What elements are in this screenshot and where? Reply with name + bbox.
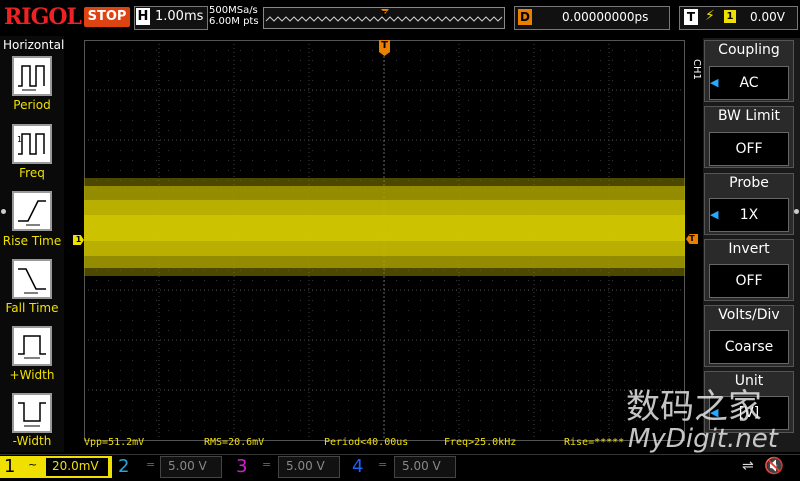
ch4-dc-coupling-icon: =: [378, 458, 388, 471]
ch3-scale: 5.00 V: [286, 459, 325, 473]
period-label: Period: [13, 98, 51, 112]
ch2-scale: 5.00 V: [168, 459, 207, 473]
coupling-value: AC: [709, 66, 789, 100]
trigger-level-marker[interactable]: T: [686, 234, 698, 244]
ch2-number[interactable]: 2: [118, 456, 129, 477]
fall-time-label: Fall Time: [5, 301, 59, 315]
ch4-number[interactable]: 4: [352, 456, 363, 477]
freq-icon: 1: [17, 133, 45, 155]
bw-limit-value: OFF: [709, 132, 789, 166]
minus-width-button[interactable]: [12, 393, 52, 433]
memory-waveform-overview: T: [265, 9, 503, 22]
timebase-value: 1.00ms: [155, 9, 204, 24]
measurement-vpp: Vpp=51.2mV: [84, 437, 145, 448]
plus-width-button[interactable]: [12, 326, 52, 366]
ch1-offset-marker[interactable]: 1: [73, 235, 84, 245]
svg-text:1: 1: [17, 135, 22, 144]
run-stop-status[interactable]: STOP: [84, 7, 130, 27]
ch1-ac-coupling-icon: ~: [28, 458, 38, 471]
measurement-rms: RMS=20.6mV: [204, 437, 265, 448]
period-button[interactable]: [12, 56, 52, 96]
freq-button[interactable]: 1: [12, 124, 52, 164]
menu-indicator-dot: [794, 209, 799, 214]
sample-rate: 500MSa/s: [209, 5, 258, 16]
rise-time-button[interactable]: [12, 191, 52, 231]
minus-width-icon: [18, 402, 46, 427]
rise-time-icon: [18, 200, 46, 226]
horizontal-letter: H: [136, 8, 150, 25]
rigol-logo: RIGOL: [4, 4, 82, 30]
delay-letter: D: [518, 9, 532, 25]
usb-icon: ⇌: [742, 458, 754, 474]
memory-depth: 6.00M pts: [209, 16, 259, 27]
invert-title: Invert: [728, 241, 770, 257]
watermark-chinese: 数码之家: [626, 387, 762, 427]
volts-div-title: Volts/Div: [718, 307, 780, 323]
speaker-muted-icon[interactable]: 🔇: [764, 456, 784, 475]
freq-label: Freq: [19, 166, 45, 180]
plus-width-label: +Width: [9, 368, 55, 382]
invert-value: OFF: [709, 264, 789, 298]
probe-title: Probe: [729, 175, 769, 191]
probe-value: 1X: [709, 198, 789, 232]
memory-overview-strip: T: [263, 7, 505, 29]
waveform-display-grid[interactable]: [84, 40, 685, 441]
ch1-menu-tab: CH1: [688, 54, 702, 84]
ch1-scale: 20.0mV: [52, 459, 99, 473]
ch3-dc-coupling-icon: =: [262, 458, 272, 471]
trigger-letter: T: [684, 9, 698, 25]
coupling-arrow-icon: ◀: [710, 76, 719, 89]
ch2-dc-coupling-icon: =: [146, 458, 156, 471]
rise-time-label: Rise Time: [2, 234, 62, 248]
menu-indicator-dot: [1, 209, 6, 214]
measurement-period: Period<40.00us: [324, 437, 409, 448]
plus-width-icon: [18, 335, 46, 359]
fall-time-icon: [18, 268, 46, 294]
trigger-level-value: 0.00V: [750, 10, 785, 24]
ch4-scale: 5.00 V: [402, 459, 441, 473]
probe-arrow-icon: ◀: [710, 208, 719, 221]
minus-width-label: -Width: [12, 434, 52, 448]
horizontal-menu-title: Horizontal: [3, 38, 65, 52]
delay-value: 0.00000000ps: [562, 10, 649, 24]
measurement-freq: Freq>25.0kHz: [444, 437, 517, 448]
ch1-waveform: [84, 178, 685, 276]
volts-div-value: Coarse: [709, 330, 789, 364]
coupling-title: Coupling: [718, 42, 780, 58]
measurement-rise: Rise=*****: [564, 437, 625, 448]
fall-time-button[interactable]: [12, 259, 52, 299]
trigger-source: 1: [724, 10, 736, 23]
rising-edge-icon: ⚡: [705, 8, 715, 24]
period-icon: [18, 65, 45, 91]
bw-limit-title: BW Limit: [717, 108, 781, 124]
ch3-number[interactable]: 3: [236, 456, 247, 477]
ch1-number: 1: [4, 456, 16, 477]
watermark-site: MyDigit.net: [628, 424, 778, 454]
svg-text:T: T: [382, 10, 387, 18]
